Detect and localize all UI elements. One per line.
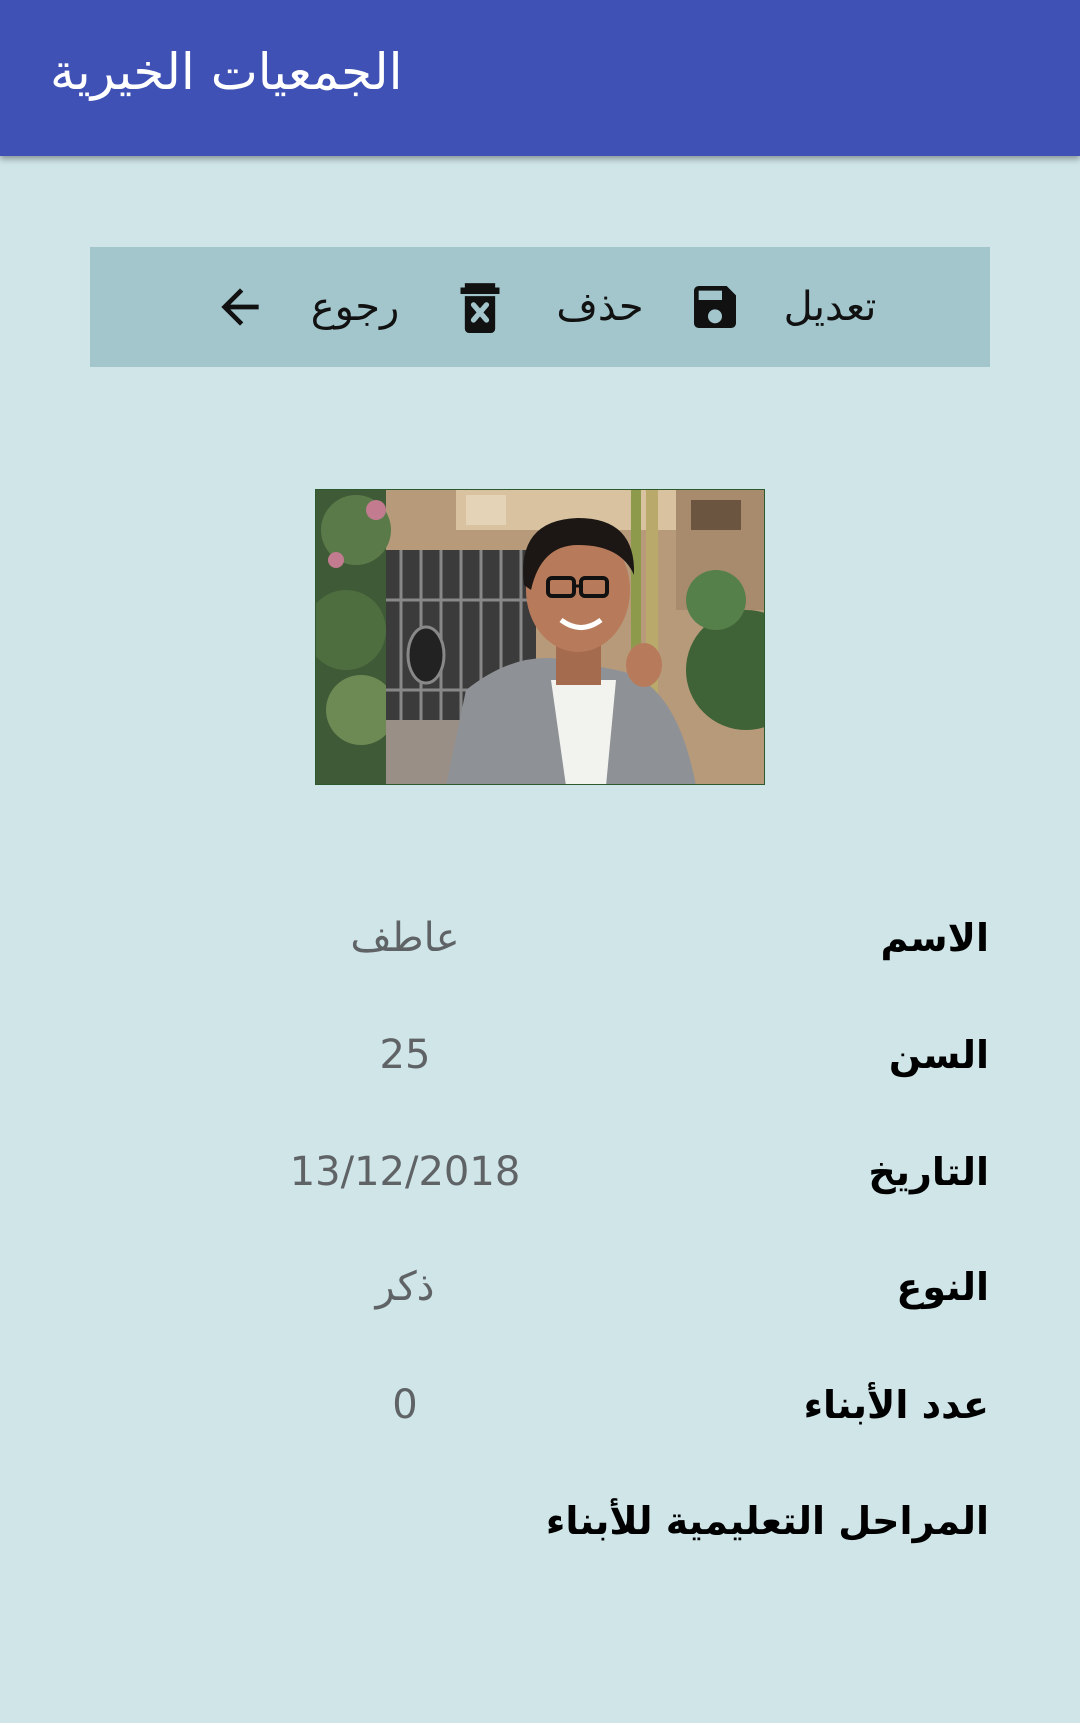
delete-button[interactable]: حذف [550, 247, 650, 367]
delete-label: حذف [556, 284, 644, 330]
action-toolbar: تعديل حذف رجوع [90, 247, 990, 367]
children-label: عدد الأبناء [803, 1383, 989, 1427]
gender-value: ذكر [375, 1264, 435, 1310]
save-icon[interactable] [685, 247, 745, 367]
age-label: السن [888, 1033, 989, 1077]
age-value: 25 [379, 1032, 431, 1078]
back-button[interactable]: رجوع [305, 247, 405, 367]
main-content: تعديل حذف رجوع الاسم عاطف السن 25 التاري… [0, 156, 1080, 1723]
name-value: عاطف [350, 915, 460, 961]
back-label: رجوع [310, 284, 400, 330]
name-label: الاسم [880, 916, 990, 960]
date-value: 13/12/2018 [289, 1149, 521, 1195]
person-photo [315, 489, 765, 785]
app-title: الجمعيات الخيرية [50, 43, 403, 101]
arrow-back-icon[interactable] [205, 247, 275, 367]
date-label: التاريخ [868, 1150, 989, 1194]
edit-button[interactable]: تعديل [770, 247, 890, 367]
delete-icon[interactable] [450, 247, 510, 367]
education-stages-label: المراحل التعليمية للأبناء [545, 1499, 989, 1543]
children-value: 0 [392, 1382, 418, 1428]
gender-label: النوع [896, 1265, 989, 1309]
app-bar: الجمعيات الخيرية [0, 0, 1080, 156]
edit-label: تعديل [783, 284, 877, 330]
photo-illustration [316, 490, 764, 784]
